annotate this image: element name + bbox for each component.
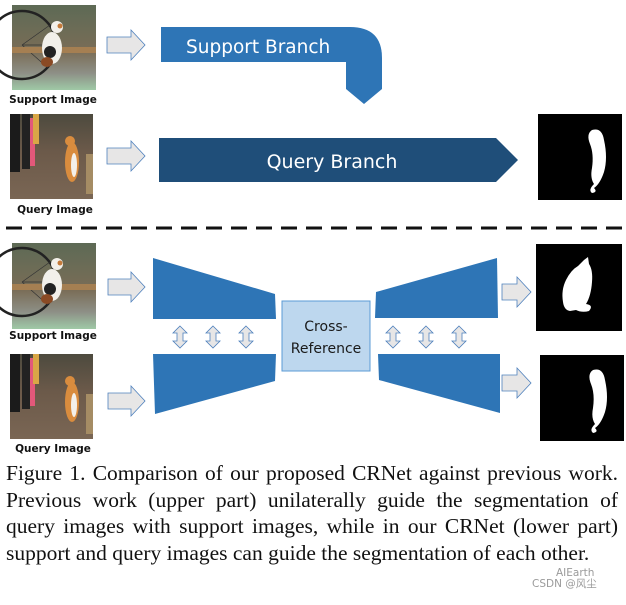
watermark-line2: CSDN @风尘 <box>532 578 597 590</box>
upper-query-image-label: Query Image <box>17 204 93 216</box>
upper-query-image <box>10 114 93 199</box>
double-arrow-icon <box>238 325 254 349</box>
left-double-arrows <box>172 325 254 349</box>
support-decoder-trapezoid <box>375 258 498 318</box>
upper-support-input-arrow-icon <box>106 28 146 62</box>
query-decoder-trapezoid <box>378 354 500 413</box>
double-arrow-icon <box>385 325 401 349</box>
support-mask-output <box>536 244 622 331</box>
lower-support-image <box>0 243 96 329</box>
support-encoder-trapezoid <box>153 258 276 319</box>
upper-support-image-label: Support Image <box>9 94 97 106</box>
query-output-arrow-icon <box>501 366 532 400</box>
cross-reference-box <box>281 300 371 372</box>
support-output-arrow-icon <box>501 275 532 309</box>
double-arrow-icon <box>418 325 434 349</box>
support-branch-label: Support Branch <box>186 37 330 58</box>
lower-query-image-label: Query Image <box>15 443 91 455</box>
figure-caption: Figure 1. Comparison of our proposed CRN… <box>6 461 618 565</box>
double-arrow-icon <box>205 325 221 349</box>
right-double-arrows <box>385 325 467 349</box>
lower-support-input-arrow-icon <box>107 270 146 304</box>
lower-query-input-arrow-icon <box>107 384 146 418</box>
query-branch-label: Query Branch <box>267 151 398 173</box>
lower-support-image-label: Support Image <box>9 330 97 342</box>
watermark: AIEarth CSDN @风尘 <box>530 568 620 598</box>
query-encoder-trapezoid <box>153 354 276 414</box>
upper-support-image <box>0 5 96 90</box>
upper-query-input-arrow-icon <box>106 139 146 173</box>
cross-reference-label-line2: Reference <box>291 341 362 357</box>
lower-query-image <box>10 354 93 439</box>
query-mask-output <box>540 355 624 441</box>
double-arrow-icon <box>172 325 188 349</box>
crnet-comparison-figure: Support Image Query Image Support Branch… <box>0 5 626 455</box>
cross-reference-label-line1: Cross- <box>304 319 347 335</box>
double-arrow-icon <box>451 325 467 349</box>
upper-query-mask-output <box>538 114 622 200</box>
